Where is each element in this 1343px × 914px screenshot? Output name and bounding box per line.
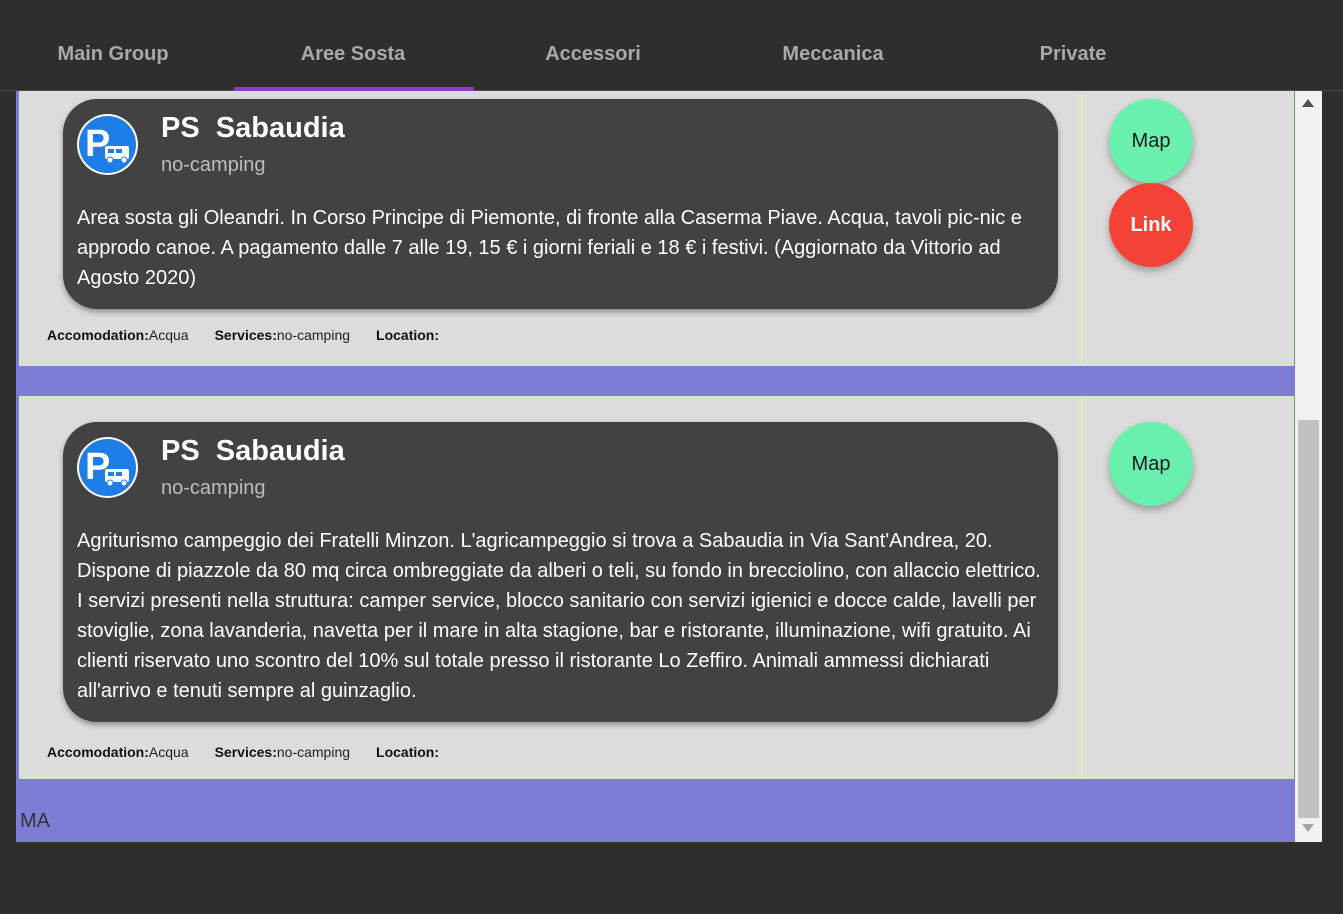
- parking-camper-icon: P: [77, 114, 138, 175]
- map-button[interactable]: Map: [1109, 99, 1193, 183]
- list-panel[interactable]: P PS Sabaudia no-camping Area sosta gli …: [16, 91, 1295, 842]
- services-field: Services:no-camping: [215, 744, 350, 760]
- scroll-thumb[interactable]: [1298, 420, 1319, 818]
- services-label: Services:: [214, 744, 277, 760]
- card-description: Agriturismo campeggio dei Fratelli Minzo…: [77, 530, 1041, 702]
- tab-accessori[interactable]: Accessori: [473, 0, 713, 91]
- vertical-scrollbar[interactable]: [1295, 91, 1322, 842]
- card-bubble: P PS Sabaudia no-camping Agriturismo cam…: [63, 422, 1058, 722]
- accomodation-value: Acqua: [148, 744, 189, 760]
- services-label: Services:: [214, 327, 277, 343]
- card-subtitle: no-camping: [161, 154, 266, 176]
- accomodation-field: Accomodation:Acqua: [47, 744, 189, 760]
- location-field: Location:: [376, 327, 439, 343]
- location-label: Location:: [376, 327, 440, 343]
- card-main: P PS Sabaudia no-camping Agriturismo cam…: [21, 398, 1083, 777]
- accomodation-value: Acqua: [148, 327, 189, 343]
- list-item: P PS Sabaudia no-camping Area sosta gli …: [19, 91, 1294, 366]
- accomodation-label: Accomodation:: [47, 327, 149, 343]
- card-actions: Map: [1087, 398, 1292, 777]
- services-field: Services:no-camping: [215, 327, 350, 343]
- tab-aree-sosta[interactable]: Aree Sosta: [233, 0, 473, 91]
- parking-camper-icon: P: [77, 437, 138, 498]
- tab-private[interactable]: Private: [953, 0, 1193, 91]
- tab-bar: Main Group Aree Sosta Accessori Meccanic…: [0, 0, 1343, 91]
- scroll-down-arrow-icon[interactable]: [1302, 824, 1314, 832]
- location-field: Location:: [376, 744, 439, 760]
- services-value: no-camping: [276, 327, 351, 343]
- tab-meccanica[interactable]: Meccanica: [713, 0, 953, 91]
- footer-label: MA: [20, 810, 50, 832]
- card-main: P PS Sabaudia no-camping Area sosta gli …: [21, 91, 1083, 364]
- card-title: PS Sabaudia: [161, 435, 345, 467]
- card-meta: Accomodation:Acqua Services:no-camping L…: [47, 744, 439, 760]
- card-meta: Accomodation:Acqua Services:no-camping L…: [47, 327, 439, 343]
- list-item: P PS Sabaudia no-camping Agriturismo cam…: [19, 396, 1294, 779]
- tab-main-group[interactable]: Main Group: [0, 0, 233, 91]
- scroll-up-arrow-icon[interactable]: [1302, 99, 1314, 107]
- accomodation-field: Accomodation:Acqua: [47, 327, 189, 343]
- card-actions: Map Link: [1087, 91, 1292, 364]
- location-label: Location:: [376, 744, 440, 760]
- map-button[interactable]: Map: [1109, 422, 1193, 506]
- card-bubble: P PS Sabaudia no-camping Area sosta gli …: [63, 99, 1058, 309]
- card-title: PS Sabaudia: [161, 112, 345, 144]
- card-subtitle: no-camping: [161, 477, 266, 499]
- services-value: no-camping: [276, 744, 351, 760]
- accomodation-label: Accomodation:: [47, 744, 149, 760]
- link-button[interactable]: Link: [1109, 183, 1193, 267]
- card-description: Area sosta gli Oleandri. In Corso Princi…: [77, 207, 1022, 289]
